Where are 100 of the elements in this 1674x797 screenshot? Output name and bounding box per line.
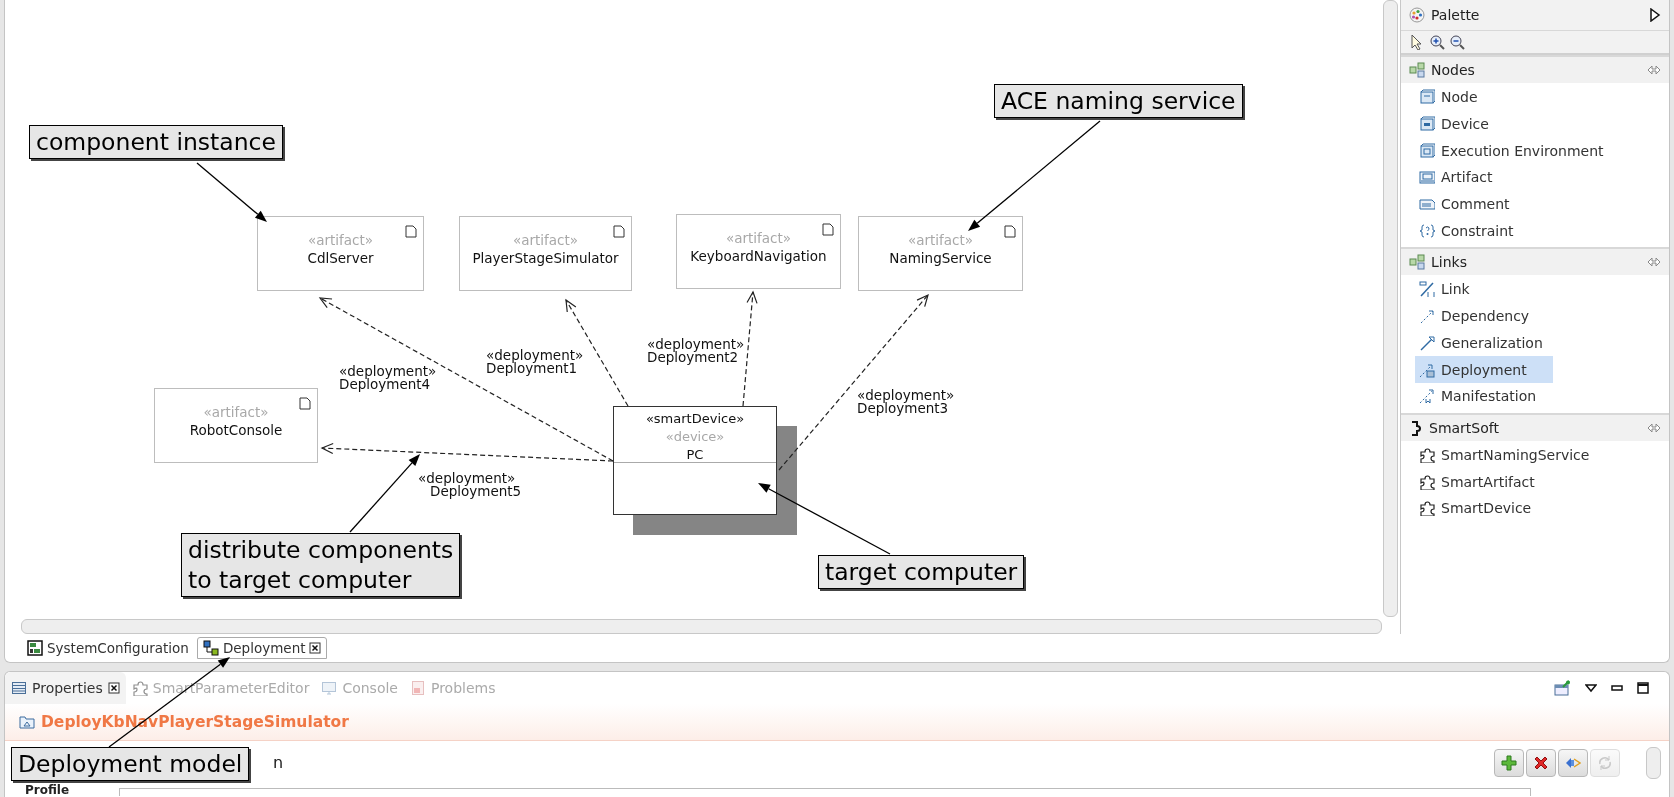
palette-item[interactable]: Manifestation (1415, 382, 1541, 410)
vertical-scrollbar[interactable] (1383, 0, 1398, 617)
connector-name: Deployment1 (486, 362, 578, 375)
callout-note: Deployment model (11, 747, 250, 781)
palette-icon (1409, 7, 1425, 23)
artifact-node[interactable]: «artifact» PlayerStageSimulator (459, 216, 632, 291)
document-icon (405, 225, 417, 238)
folder-tree-icon (1409, 254, 1425, 271)
palette-item[interactable]: Device (1415, 110, 1493, 138)
add-button[interactable] (1494, 748, 1524, 777)
section-title: Links (1431, 254, 1468, 271)
close-icon[interactable] (309, 642, 322, 654)
node-name: NamingService (889, 249, 992, 267)
puzzle-icon (1419, 473, 1435, 490)
node-name: KeyboardNavigation (690, 247, 827, 265)
section-title: Nodes (1431, 62, 1476, 78)
palette-item[interactable]: Constraint (1415, 217, 1518, 245)
horizontal-scrollbar[interactable] (21, 619, 1382, 634)
artifact-node[interactable]: «artifact» CdlServer (257, 216, 424, 291)
bracket-icon (1409, 419, 1423, 436)
problems-icon (409, 680, 426, 696)
document-icon (299, 397, 311, 410)
palette-title: Palette (1431, 7, 1481, 23)
zoom-out-icon[interactable] (1449, 34, 1465, 50)
arrow-icon (1419, 334, 1435, 351)
puzzle-icon (1419, 500, 1435, 517)
remove-button[interactable] (1526, 748, 1556, 777)
document-icon (1004, 225, 1016, 238)
palette-item[interactable]: SmartNamingService (1415, 441, 1594, 469)
callout-note: distribute components to target computer (181, 533, 461, 597)
palette-section-header[interactable]: SmartSoft (1401, 412, 1669, 441)
stereotype-label: «deployment» (486, 349, 584, 362)
puzzle-icon (1419, 446, 1435, 463)
pin-toggle-icon[interactable] (1647, 65, 1661, 75)
section-label: n (273, 753, 285, 772)
stereotype-label: «deployment» (418, 472, 516, 485)
stereotype-label: «artifact» (203, 404, 269, 421)
palette-item[interactable]: Node (1415, 84, 1482, 111)
browse-button[interactable] (1558, 748, 1588, 777)
stereotype-label: «smartDevice» (645, 410, 745, 428)
stereotype-label: «artifact» (725, 230, 792, 247)
dashed-arrow-icon (1419, 308, 1435, 325)
connector-name: Deployment2 (647, 351, 739, 364)
palette-item[interactable]: Comment (1415, 190, 1514, 218)
editor-tab[interactable]: Deployment (196, 637, 328, 659)
monitor-icon (321, 680, 338, 696)
artifact-node[interactable]: «artifact» KeyboardNavigation (676, 214, 841, 289)
folder-tree-icon (1409, 62, 1425, 78)
device-icon (1419, 116, 1435, 133)
pin-toggle-icon[interactable] (1647, 257, 1661, 268)
section-title: SmartSoft (1429, 419, 1500, 436)
editor-tab[interactable]: SystemConfiguration (21, 637, 195, 659)
close-icon[interactable] (107, 682, 120, 694)
stereotype-label: «deployment» (857, 389, 955, 402)
palette-item[interactable]: Generalization (1415, 329, 1547, 357)
connector-name: Deployment5 (430, 485, 522, 498)
environment-icon (1419, 142, 1435, 159)
manifestation-icon (1419, 388, 1435, 405)
deployment-diagram-icon (202, 640, 219, 656)
document-icon (822, 223, 834, 236)
remove-icon (1533, 754, 1549, 771)
view-tab[interactable]: Properties (5, 672, 126, 704)
palette-item[interactable]: Deployment (1415, 356, 1553, 383)
table-icon (11, 680, 27, 696)
artifact-node[interactable]: «artifact» RobotConsole (154, 388, 318, 463)
palette-item[interactable]: SmartArtifact (1415, 468, 1539, 495)
callout-note: target computer (818, 555, 1025, 589)
callout-note: component instance (29, 125, 283, 159)
folder-icon (19, 714, 35, 730)
vertical-scrollbar[interactable] (1646, 746, 1661, 779)
palette-item[interactable]: Execution Environment (1415, 137, 1608, 165)
palette-item[interactable]: Link (1415, 276, 1474, 303)
refresh-icon (1597, 754, 1613, 771)
minimize-icon[interactable] (1611, 685, 1623, 691)
diagram-icon (27, 640, 43, 656)
palette-section-header[interactable]: Nodes (1401, 55, 1669, 83)
palette-item[interactable]: SmartDevice (1415, 494, 1536, 522)
node-name: PlayerStageSimulator (472, 249, 619, 267)
comment-icon (1419, 196, 1435, 213)
artifact-node[interactable]: «artifact» NamingService (858, 216, 1023, 291)
zoom-in-icon[interactable] (1429, 34, 1445, 50)
view-menu-icon[interactable] (1585, 683, 1597, 693)
artifact-icon (1419, 169, 1435, 186)
document-icon (613, 225, 625, 238)
pin-icon[interactable] (1554, 680, 1571, 696)
stereotype-label: «deployment» (339, 365, 437, 378)
link-icon (1419, 281, 1435, 298)
palette-item[interactable]: Artifact (1415, 164, 1497, 191)
field-label: Profile (25, 784, 70, 796)
pin-toggle-icon[interactable] (1647, 422, 1661, 433)
palette-section-header[interactable]: Links (1401, 247, 1669, 276)
deployment-icon (1419, 361, 1435, 378)
node-icon (1419, 89, 1435, 106)
node-name: PC (686, 446, 704, 464)
expand-icon[interactable] (1649, 8, 1661, 22)
palette-item[interactable]: Dependency (1415, 302, 1534, 330)
node-name: CdlServer (307, 249, 374, 267)
add-icon (1501, 754, 1517, 771)
maximize-icon[interactable] (1637, 682, 1649, 694)
callout-note: ACE naming service (994, 84, 1243, 118)
